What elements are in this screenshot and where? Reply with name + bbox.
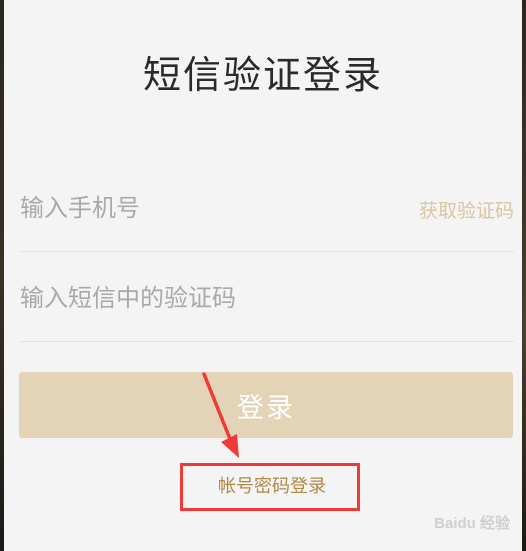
code-field bbox=[20, 268, 514, 328]
get-code-button[interactable]: 获取验证码 bbox=[419, 196, 514, 223]
password-login-link[interactable]: 帐号密码登录 bbox=[182, 462, 362, 508]
screenshot: 短信验证登录 获取验证码 登录 帐号密码登录 Baidu 经验 bbox=[0, 0, 526, 551]
divider bbox=[20, 341, 514, 342]
page-title: 短信验证登录 bbox=[142, 53, 383, 97]
background-edge-right bbox=[522, 0, 526, 551]
sms-code-input[interactable] bbox=[20, 268, 514, 328]
watermark-logo: Baidu 经验 bbox=[434, 515, 510, 532]
phone-field: 获取验证码 bbox=[20, 178, 514, 238]
divider bbox=[20, 251, 514, 252]
login-button[interactable]: 登录 bbox=[19, 372, 513, 438]
login-panel: 短信验证登录 获取验证码 登录 帐号密码登录 Baidu 经验 bbox=[4, 0, 522, 551]
phone-input[interactable] bbox=[20, 178, 400, 238]
